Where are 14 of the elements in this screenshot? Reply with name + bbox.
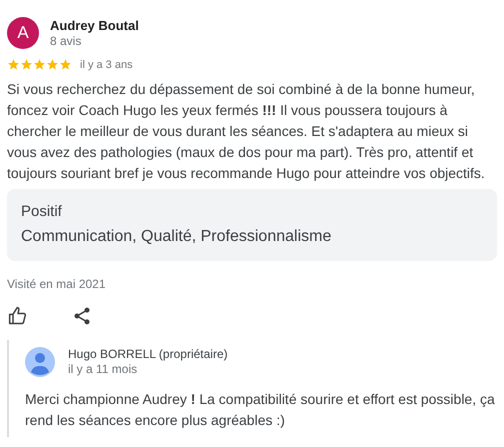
person-avatar-icon <box>25 347 55 377</box>
highlights-text: Communication, Qualité, Professionnalisme <box>21 227 332 247</box>
share-icon[interactable] <box>72 306 92 326</box>
reply-text: Merci championne Audrey ! La compatibilité sourire et effort est possible, ça rend les séances encore plus agréables :) <box>25 390 496 430</box>
review-text: Si vous recherchez du dépassement de soi combiné à de la bonne humeur, foncez voir Coach Hugo les yeux fermés !!! Il vous poussera toujours à chercher le meilleur de vous durant les séances. Et s'adaptera au mieux si vous avez des pathologies (maux de dos pour ma part). Très pro, attentif et toujours souriant bref je vous recommande Hugo pour atteindre vos objectifs. <box>7 80 486 183</box>
owner-name: Hugo BORRELL (propriétaire) <box>68 347 228 362</box>
review-time: il y a 3 ans <box>80 58 133 70</box>
author-name[interactable]: Audrey Boutal <box>50 18 139 34</box>
avatar: A <box>7 17 39 49</box>
visit-date: Visité en mai 2021 <box>7 277 107 291</box>
thumbs-up-icon[interactable] <box>8 306 28 326</box>
review-count: 8 avis <box>50 34 82 48</box>
highlights-title: Positif <box>21 202 63 222</box>
reply-time: il y a 11 mois <box>68 362 138 377</box>
